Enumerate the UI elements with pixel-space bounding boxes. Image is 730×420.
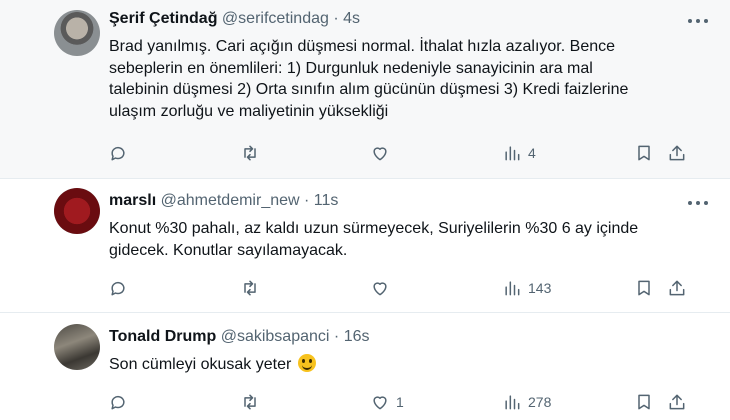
more-icon[interactable] bbox=[688, 196, 708, 210]
avatar[interactable] bbox=[54, 188, 100, 234]
share-icon bbox=[669, 394, 685, 410]
tweet-text: Son cümleyi okusak yeter bbox=[109, 354, 689, 376]
like-button[interactable] bbox=[370, 276, 396, 300]
bookmark-button[interactable] bbox=[634, 390, 654, 414]
reply-icon bbox=[111, 396, 125, 410]
retweet-icon bbox=[244, 145, 256, 161]
like-icon bbox=[373, 396, 387, 410]
text-line: gidecek. Konutlar sayılamayacak. bbox=[109, 241, 348, 259]
view-count: 4 bbox=[528, 145, 536, 161]
share-icon bbox=[669, 280, 685, 296]
more-icon[interactable] bbox=[688, 14, 708, 28]
text-line: ulaşım zorluğu ve maliyetinin yüksekliği bbox=[109, 102, 389, 120]
like-count: 1 bbox=[396, 394, 404, 410]
author-name[interactable]: Tonald Drump bbox=[109, 328, 216, 345]
share-button[interactable] bbox=[667, 141, 687, 165]
author-handle[interactable]: @serifcetindag bbox=[222, 10, 329, 27]
retweet-button[interactable] bbox=[240, 276, 260, 300]
bookmark-icon bbox=[638, 394, 650, 410]
reply-button[interactable] bbox=[108, 141, 128, 165]
reply-button[interactable] bbox=[108, 276, 128, 300]
retweet-button[interactable] bbox=[240, 390, 260, 414]
view-count: 143 bbox=[528, 280, 552, 296]
like-icon bbox=[373, 147, 387, 161]
view-count: 278 bbox=[528, 394, 552, 410]
share-button[interactable] bbox=[667, 276, 687, 300]
tweet-header: Şerif Çetindağ @serifcetindag · 4s bbox=[109, 10, 360, 28]
like-button[interactable] bbox=[370, 141, 396, 165]
grinning-emoji bbox=[297, 354, 316, 372]
bookmark-icon bbox=[638, 280, 650, 296]
share-icon bbox=[669, 145, 685, 161]
tweet-3[interactable]: Tonald Drump @sakibsapanci · 16s Son cüm… bbox=[0, 312, 730, 420]
text-line: Brad yanılmış. Cari açığın düşmesi norma… bbox=[109, 38, 616, 55]
retweet-icon bbox=[244, 394, 256, 410]
author-name[interactable]: Şerif Çetindağ bbox=[109, 10, 217, 27]
views-button[interactable]: 278 bbox=[502, 390, 551, 414]
separator: · bbox=[304, 192, 310, 209]
retweet-button[interactable] bbox=[240, 141, 260, 165]
tweet-text: Konut %30 pahalı, az kaldı uzun sürmeyec… bbox=[109, 218, 689, 261]
tweet-2[interactable]: marslı @ahmetdemir_new · 11s Konut %30 p… bbox=[0, 178, 730, 312]
separator: · bbox=[333, 10, 339, 27]
timestamp[interactable]: 4s bbox=[343, 10, 360, 27]
text-line: sebeplerin en önemlileri: 1) Durgunluk n… bbox=[109, 59, 593, 77]
bookmark-button[interactable] bbox=[634, 276, 654, 300]
reply-button[interactable] bbox=[108, 390, 128, 414]
action-bar: 1 278 bbox=[0, 390, 730, 414]
like-icon bbox=[373, 282, 387, 296]
views-icon bbox=[505, 146, 520, 161]
separator: · bbox=[333, 328, 340, 345]
author-name[interactable]: marslı bbox=[109, 192, 156, 209]
reply-icon bbox=[111, 282, 125, 296]
views-button[interactable]: 4 bbox=[502, 141, 536, 165]
timestamp[interactable]: 11s bbox=[314, 192, 339, 209]
views-icon bbox=[505, 281, 520, 296]
timestamp[interactable]: 16s bbox=[344, 328, 370, 345]
author-handle[interactable]: @ahmetdemir_new bbox=[161, 192, 300, 209]
avatar[interactable] bbox=[54, 324, 100, 370]
reply-icon bbox=[111, 147, 125, 161]
avatar[interactable] bbox=[54, 10, 100, 56]
tweet-header: Tonald Drump @sakibsapanci · 16s bbox=[109, 328, 369, 346]
tweet-text: Brad yanılmış. Cari açığın düşmesi norma… bbox=[109, 36, 689, 122]
share-button[interactable] bbox=[667, 390, 687, 414]
text-line: Konut %30 pahalı, az kaldı uzun sürmeyec… bbox=[109, 220, 639, 237]
text-line: talebinin düşmesi 2) Orta sınıfın alım g… bbox=[109, 81, 629, 98]
views-button[interactable]: 143 bbox=[502, 276, 551, 300]
retweet-icon bbox=[244, 280, 256, 296]
action-bar: 143 bbox=[0, 276, 730, 300]
action-bar: 4 bbox=[0, 141, 730, 165]
author-handle[interactable]: @sakibsapanci bbox=[221, 328, 330, 345]
tweet-1[interactable]: Şerif Çetindağ @serifcetindag · 4s Brad … bbox=[0, 0, 730, 178]
views-icon bbox=[505, 395, 520, 410]
bookmark-button[interactable] bbox=[634, 141, 654, 165]
like-button[interactable]: 1 bbox=[370, 390, 404, 414]
bookmark-icon bbox=[638, 145, 650, 161]
text-line: Son cümleyi okusak yeter bbox=[109, 356, 292, 373]
tweet-header: marslı @ahmetdemir_new · 11s bbox=[109, 192, 338, 210]
